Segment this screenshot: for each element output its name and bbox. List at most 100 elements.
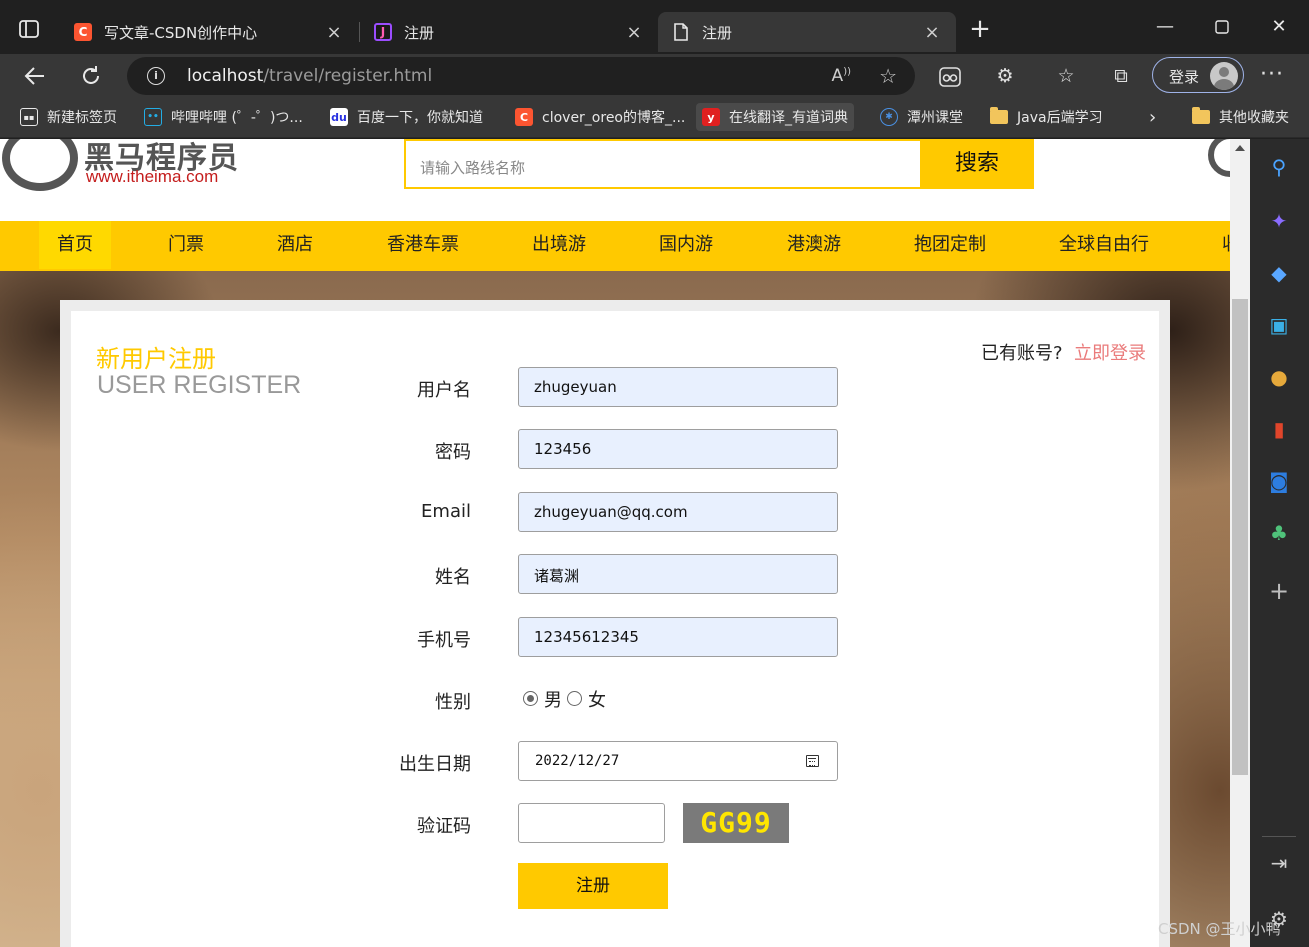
nav-hotels[interactable]: 酒店 xyxy=(277,221,313,269)
add-favorite-icon[interactable]: ☆ xyxy=(879,64,897,88)
nav-outbound[interactable]: 出境游 xyxy=(532,221,586,269)
scroll-up-arrow-icon[interactable] xyxy=(1235,145,1245,151)
bookmark-label: clover_oreo的博客_... xyxy=(542,110,686,126)
password-label: 密码 xyxy=(435,442,471,463)
chevron-right-icon[interactable]: › xyxy=(1143,103,1162,131)
refresh-icon[interactable] xyxy=(76,61,106,91)
captcha-input[interactable] xyxy=(518,803,665,843)
tab-csdn[interactable]: C 写文章-CSDN创作中心 × xyxy=(60,12,358,52)
copilot-sparkle-icon[interactable]: ✦ xyxy=(1267,209,1291,233)
nav-group-custom[interactable]: 抱团定制 xyxy=(914,221,986,269)
profile-button[interactable]: 登录 xyxy=(1152,57,1244,93)
browser-tab-strip: C 写文章-CSDN创作中心 × J 注册 × 注册 × + — ✕ xyxy=(0,0,1309,54)
nav-home[interactable]: 首页 xyxy=(39,221,111,269)
bookmark-tanzhou[interactable]: ✱ 潭州课堂 xyxy=(874,103,969,131)
gender-female-label: 女 xyxy=(588,690,606,711)
nav-tickets[interactable]: 门票 xyxy=(168,221,204,269)
nav-hk-macau[interactable]: 港澳游 xyxy=(787,221,841,269)
bookmark-folder-other[interactable]: 其他收藏夹 xyxy=(1186,103,1295,131)
tab-title: 写文章-CSDN创作中心 xyxy=(104,23,258,42)
read-aloud-icon[interactable]: A)) xyxy=(832,66,851,86)
email-input[interactable]: zhugeyuan@qq.com xyxy=(518,492,838,532)
form-row-captcha: 验证码 GG99 xyxy=(71,803,1159,843)
form-row-email: Email zhugeyuan@qq.com xyxy=(71,492,1159,532)
jetbrains-icon: J xyxy=(374,23,392,41)
favorites-icon[interactable]: ☆ xyxy=(1053,63,1079,89)
form-row-birthday: 出生日期 2022/12/27 xyxy=(71,741,1159,781)
back-arrow-icon[interactable] xyxy=(20,61,50,91)
nav-global-free[interactable]: 全球自由行 xyxy=(1059,221,1149,269)
birthday-label: 出生日期 xyxy=(399,754,471,775)
bookmark-youdao[interactable]: y 在线翻译_有道词典 xyxy=(696,103,854,131)
vertical-scrollbar[interactable] xyxy=(1230,139,1250,947)
tab-title: 注册 xyxy=(702,23,733,42)
bookmark-label: 在线翻译_有道词典 xyxy=(729,110,848,126)
gender-male-radio[interactable] xyxy=(523,691,538,706)
register-form: 新用户注册 USER REGISTER 已有账号? 立即登录 用户名 zhuge… xyxy=(71,311,1159,947)
site-info-icon[interactable]: i xyxy=(147,67,165,85)
name-input[interactable]: 诸葛渊 xyxy=(518,554,838,594)
bookmark-label: 新建标签页 xyxy=(47,110,117,126)
form-row-name: 姓名 诸葛渊 xyxy=(71,554,1159,594)
site-logo[interactable]: 黑马程序员 www.itheima.com xyxy=(0,139,260,195)
login-link[interactable]: 立即登录 xyxy=(1074,339,1146,365)
profile-label: 登录 xyxy=(1169,68,1200,86)
maximize-button[interactable] xyxy=(1207,12,1237,42)
username-input[interactable]: zhugeyuan xyxy=(518,367,838,407)
drop-tree-icon[interactable]: ♣ xyxy=(1267,521,1291,545)
shopping-tag-icon[interactable]: ◆ xyxy=(1267,261,1291,285)
avatar-icon xyxy=(1210,62,1238,90)
close-icon[interactable]: × xyxy=(324,22,344,43)
password-input[interactable]: 123456 xyxy=(518,429,838,469)
folder-icon xyxy=(990,107,1008,126)
corner-logo-icon xyxy=(1208,139,1230,177)
tools-briefcase-icon[interactable]: ▣ xyxy=(1267,313,1291,337)
form-row-username: 用户名 zhugeyuan xyxy=(71,367,1159,407)
csdn-watermark: CSDN @王小小鸭 xyxy=(1158,920,1281,938)
tab-register-1[interactable]: J 注册 × xyxy=(360,12,658,52)
bookmark-newtab[interactable]: ▪▪ 新建标签页 xyxy=(14,103,123,131)
close-icon[interactable]: × xyxy=(922,22,942,43)
gender-female-radio[interactable] xyxy=(567,691,582,706)
baidu-icon: du xyxy=(330,108,348,126)
close-icon[interactable]: × xyxy=(624,22,644,43)
search-button[interactable]: 搜索 xyxy=(920,139,1034,189)
games-icon[interactable]: ● xyxy=(1267,365,1291,389)
add-icon[interactable]: + xyxy=(1267,579,1291,603)
gender-male-label: 男 xyxy=(544,690,562,711)
minimize-button[interactable]: — xyxy=(1150,12,1180,42)
bookmark-bilibili[interactable]: •• 哔哩哔哩 (゜-゜)つ... xyxy=(138,103,309,131)
calendar-icon[interactable] xyxy=(806,755,819,767)
nav-overflow[interactable]: 收 xyxy=(1222,221,1230,269)
immersive-reader-icon[interactable] xyxy=(937,63,963,89)
collections-icon[interactable]: ⧉ xyxy=(1108,63,1134,89)
logo-url: www.itheima.com xyxy=(86,167,219,186)
scrollbar-thumb[interactable] xyxy=(1232,299,1248,775)
captcha-image[interactable]: GG99 xyxy=(683,803,789,843)
bookmark-baidu[interactable]: du 百度一下，你就知道 xyxy=(324,103,489,131)
extensions-icon[interactable]: ⚙ xyxy=(992,63,1018,89)
office-icon[interactable]: ▮ xyxy=(1267,417,1291,441)
tab-register-active[interactable]: 注册 × xyxy=(658,12,956,52)
address-bar[interactable]: i localhost/travel/register.html A)) ☆ xyxy=(127,57,915,95)
tab-actions-icon[interactable] xyxy=(18,19,40,39)
bookmark-folder-java[interactable]: Java后端学习 xyxy=(984,103,1109,131)
youdao-icon: y xyxy=(702,108,720,126)
register-button[interactable]: 注册 xyxy=(518,863,668,909)
more-options-icon[interactable]: ··· xyxy=(1260,62,1284,87)
nav-hk-bus[interactable]: 香港车票 xyxy=(387,221,459,269)
logo-mark-icon xyxy=(2,139,78,191)
hide-sidebar-icon[interactable]: ⇥ xyxy=(1267,851,1291,875)
bookmarks-bar: ▪▪ 新建标签页 •• 哔哩哔哩 (゜-゜)つ... du 百度一下，你就知道 … xyxy=(0,96,1309,138)
close-window-button[interactable]: ✕ xyxy=(1264,12,1294,42)
search-icon[interactable]: ⚲ xyxy=(1267,155,1291,179)
url-text[interactable]: localhost/travel/register.html xyxy=(187,66,432,86)
outlook-icon[interactable]: ◙ xyxy=(1267,469,1291,493)
birthday-input[interactable]: 2022/12/27 xyxy=(518,741,838,781)
nav-domestic[interactable]: 国内游 xyxy=(659,221,713,269)
bookmark-csdn[interactable]: C clover_oreo的博客_... xyxy=(509,103,691,131)
new-tab-button[interactable]: + xyxy=(966,16,994,44)
tanzhou-icon: ✱ xyxy=(880,108,898,126)
route-search-input[interactable]: 请输入路线名称 xyxy=(404,139,920,189)
phone-input[interactable]: 12345612345 xyxy=(518,617,838,657)
